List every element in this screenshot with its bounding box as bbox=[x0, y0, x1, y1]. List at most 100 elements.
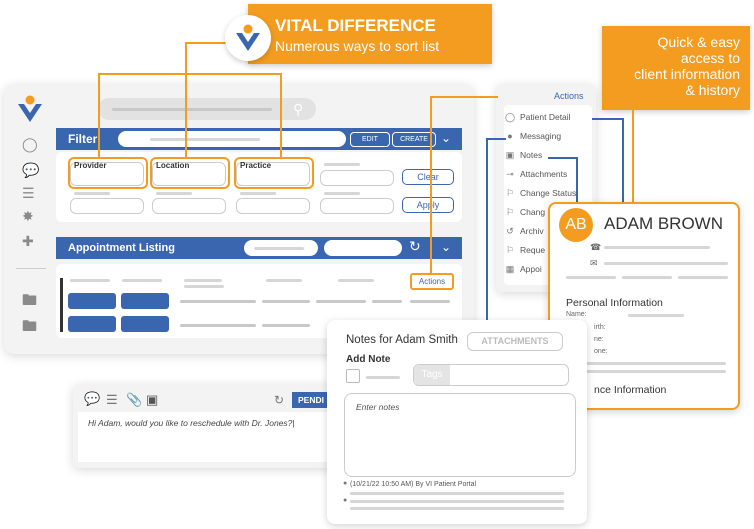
clear-button[interactable]: Clear bbox=[402, 169, 454, 185]
detail-bar bbox=[566, 276, 616, 279]
row-value-bar bbox=[180, 300, 256, 303]
menu-item-messaging[interactable]: ● Messaging bbox=[504, 129, 561, 144]
detail-connector bbox=[592, 118, 624, 120]
messaging-connector bbox=[486, 138, 506, 140]
actions-button[interactable]: Actions bbox=[410, 273, 454, 290]
insurance-heading-fragment: nce Information bbox=[594, 384, 667, 396]
menu-label: Appoi bbox=[520, 264, 542, 274]
phone-value-bar bbox=[604, 246, 710, 249]
vital-callout-title: VITAL DIFFERENCE bbox=[275, 16, 436, 35]
filter-field[interactable] bbox=[236, 198, 310, 214]
vital-callout-subtitle: Numerous ways to sort list bbox=[275, 38, 440, 54]
sidebar-divider bbox=[16, 268, 46, 269]
pin-icon: ● bbox=[343, 480, 348, 487]
edit-button[interactable]: EDIT bbox=[350, 132, 390, 147]
birth-field-fragment: irth: bbox=[594, 324, 606, 331]
menu-item-attachments[interactable]: ⊸ Attachments bbox=[504, 167, 567, 182]
menu-item-change-status[interactable]: ⚐ Change Status bbox=[504, 186, 576, 201]
notes-connector bbox=[548, 157, 578, 159]
note-checkbox[interactable] bbox=[346, 369, 360, 383]
detail-bar bbox=[678, 276, 728, 279]
flag-icon: ⚐ bbox=[505, 188, 515, 198]
note-icon[interactable]: ▣ bbox=[146, 392, 158, 408]
paperclip-icon[interactable]: 📎 bbox=[126, 392, 142, 408]
column-header-bar bbox=[338, 279, 374, 282]
row-value-bar bbox=[372, 300, 402, 303]
row-cell[interactable] bbox=[68, 293, 116, 309]
folder-icon[interactable]: 🖿 bbox=[22, 290, 37, 315]
network-icon[interactable]: ✸ bbox=[22, 208, 34, 225]
callout-connector bbox=[280, 73, 282, 158]
chevron-down-icon[interactable]: ⌄ bbox=[441, 240, 451, 254]
note-placeholder: Enter notes bbox=[356, 402, 400, 412]
info-bar bbox=[566, 362, 726, 365]
search-icon[interactable]: ⚲ bbox=[293, 101, 303, 118]
email-icon: ✉ bbox=[590, 258, 598, 268]
app-logo bbox=[16, 94, 44, 124]
column-header-bar bbox=[184, 279, 222, 282]
practice-highlight bbox=[234, 157, 314, 189]
appointment-filter-pill[interactable] bbox=[324, 240, 402, 256]
refresh-icon[interactable]: ↻ bbox=[274, 393, 284, 407]
row-cell[interactable] bbox=[68, 316, 116, 332]
filter-field[interactable] bbox=[320, 170, 394, 186]
detail-connector bbox=[622, 118, 624, 204]
phone-icon: ☎ bbox=[590, 242, 602, 252]
callout-connector bbox=[98, 73, 100, 158]
menu-label: Change Status bbox=[520, 188, 577, 198]
search-placeholder-bar bbox=[112, 108, 272, 111]
menu-item-archive[interactable]: ↺ Archiv bbox=[504, 224, 543, 239]
menu-item-notes[interactable]: ▣ Notes bbox=[504, 148, 542, 163]
filter-field-label-bar bbox=[324, 163, 360, 166]
menu-label: Notes bbox=[520, 150, 543, 160]
list-icon[interactable]: ☰ bbox=[22, 185, 35, 202]
tags-label: Tags bbox=[414, 365, 450, 385]
column-header-bar bbox=[122, 279, 162, 282]
filter-field-label-bar bbox=[156, 192, 192, 195]
callout-connector bbox=[98, 73, 280, 75]
row-cell[interactable] bbox=[121, 316, 169, 332]
actions-menu-title: Actions bbox=[554, 91, 584, 101]
chat-icon[interactable]: 💬 bbox=[84, 391, 100, 407]
filter-field[interactable] bbox=[320, 198, 394, 214]
menu-label: Patient Detail bbox=[520, 112, 571, 122]
row-value-bar bbox=[316, 300, 366, 303]
location-highlight bbox=[150, 157, 230, 189]
row-value-bar bbox=[262, 324, 310, 327]
refresh-icon[interactable]: ↻ bbox=[409, 238, 421, 255]
menu-item-patient-detail[interactable]: ◯ Patient Detail bbox=[504, 110, 571, 125]
menu-item-request[interactable]: ⚐ Reque bbox=[504, 243, 545, 258]
chevron-down-icon[interactable]: ⌄ bbox=[441, 131, 451, 145]
menu-item-appointment[interactable]: ▦ Appoi bbox=[504, 262, 542, 277]
user-icon[interactable]: ◯ bbox=[22, 136, 38, 153]
row-indicator bbox=[60, 278, 63, 332]
detail-bar bbox=[622, 276, 672, 279]
undo-icon: ↺ bbox=[506, 226, 514, 236]
row-value-bar bbox=[410, 300, 450, 303]
add-note-heading: Add Note bbox=[346, 354, 391, 365]
column-header-bar bbox=[184, 285, 224, 288]
vital-logo-badge bbox=[225, 15, 271, 61]
folder-icon[interactable]: 🖿 bbox=[22, 316, 37, 341]
apply-button[interactable]: Apply bbox=[402, 197, 454, 213]
menu-label: Chang bbox=[520, 207, 546, 217]
chat-icon[interactable]: 💬 bbox=[22, 162, 39, 179]
info-bar bbox=[566, 370, 726, 373]
quick-access-line: access to bbox=[680, 50, 740, 66]
menu-item-change[interactable]: ⚐ Chang bbox=[504, 205, 545, 220]
note-entry-bar bbox=[350, 507, 564, 510]
filter-field[interactable] bbox=[70, 198, 144, 214]
row-cell[interactable] bbox=[121, 293, 169, 309]
flag-icon: ⚐ bbox=[505, 207, 515, 217]
list-icon[interactable]: ☰ bbox=[106, 392, 118, 408]
grid-icon[interactable]: ✚ bbox=[22, 233, 34, 250]
attachments-button[interactable]: ATTACHMENTS bbox=[467, 332, 563, 351]
provider-highlight bbox=[68, 157, 148, 189]
menu-label: Attachments bbox=[520, 169, 568, 179]
name-value-bar bbox=[628, 314, 684, 317]
message-text: Hi Adam, would you like to reschedule wi… bbox=[88, 418, 295, 428]
menu-label: Reque bbox=[520, 245, 546, 255]
filter-field[interactable] bbox=[152, 198, 226, 214]
callout-connector bbox=[430, 96, 498, 98]
note-icon: ▣ bbox=[505, 150, 515, 160]
